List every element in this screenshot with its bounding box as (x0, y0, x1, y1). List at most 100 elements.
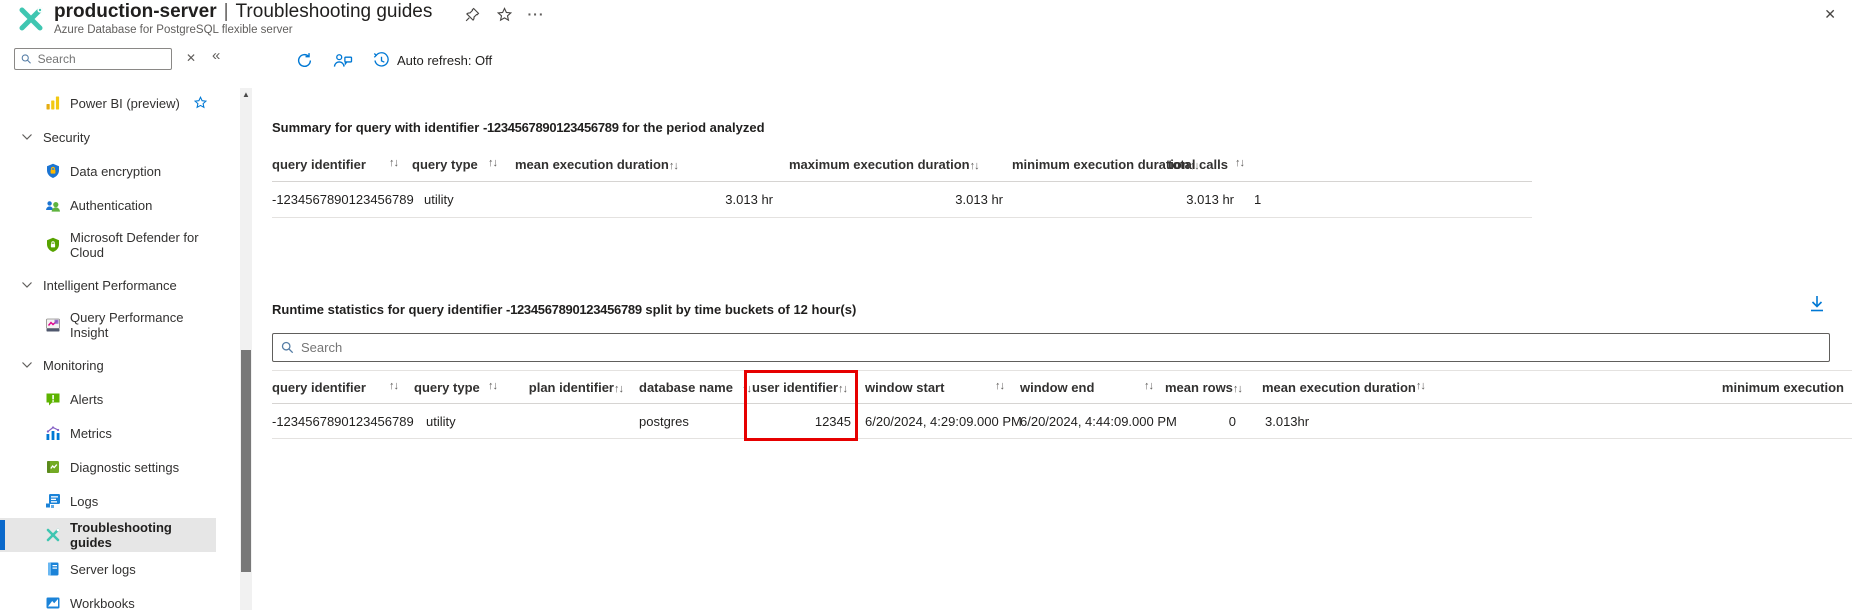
column-header[interactable]: query type ↑↓ (410, 157, 505, 172)
feedback-icon (333, 53, 353, 67)
clock-icon (373, 51, 389, 67)
column-header[interactable]: minimum execution (1425, 380, 1852, 395)
page-title: production-server | Troubleshooting guides… (54, 1, 432, 36)
sidebar-item-label: Authentication (70, 197, 153, 213)
sidebar-item-server-logs[interactable]: Server logs (0, 552, 216, 586)
chevron-down-icon (22, 362, 32, 369)
auto-refresh-button[interactable]: Auto refresh: Off (373, 51, 493, 69)
column-header[interactable]: plan identifier↑↓ (505, 380, 625, 395)
summary-heading: Summary for query with identifier -12345… (272, 120, 765, 135)
column-header-user-identifier[interactable]: user identifier↑↓ (745, 380, 857, 395)
sidebar-item-label: Server logs (70, 561, 136, 577)
sidebar-item-label: Troubleshooting guides (70, 520, 172, 550)
sidebar-section-monitoring[interactable]: Monitoring (0, 348, 216, 382)
sort-icon[interactable]: ↑↓ (1235, 157, 1245, 172)
sidebar-item-alerts[interactable]: Alerts (0, 382, 216, 416)
sort-icon[interactable]: ↑↓ (1144, 380, 1154, 395)
column-header[interactable]: query type ↑↓ (412, 380, 505, 395)
clear-search-icon[interactable]: ✕ (186, 51, 196, 65)
sidebar-item-logs[interactable]: Logs (0, 484, 216, 518)
scrollbar-thumb[interactable] (241, 350, 251, 572)
column-header[interactable]: window end ↑↓ (1014, 380, 1165, 395)
sidebar-item-authentication[interactable]: Authentication (0, 188, 216, 222)
column-header[interactable]: mean execution duration↑↓ (1240, 380, 1426, 395)
sort-icon[interactable]: ↑↓ (669, 160, 679, 172)
cell-window-start: 6/20/2024, 4:29:09.000 PM (865, 414, 1022, 429)
diagnostic-settings-icon (44, 458, 62, 476)
sort-icon[interactable]: ↑↓ (488, 380, 498, 395)
sidebar-search-input[interactable] (37, 52, 165, 66)
title-separator: | (223, 1, 229, 22)
column-header[interactable]: window start ↑↓ (857, 380, 1014, 395)
cell-window-end: 6/20/2024, 4:44:09.000 PM (1020, 414, 1177, 429)
shield-lock-icon (44, 162, 62, 180)
sort-icon[interactable]: ↑↓ (614, 383, 624, 395)
sort-icon[interactable]: ↑↓ (389, 157, 399, 172)
sort-icon[interactable]: ↑↓ (389, 380, 399, 395)
column-header[interactable]: query identifier ↑↓ (272, 157, 410, 172)
runtime-search-box[interactable] (272, 333, 1830, 362)
download-icon (1811, 296, 1823, 312)
sort-icon[interactable]: ↑↓ (995, 380, 1005, 395)
sidebar-section-security[interactable]: Security (0, 120, 216, 154)
download-button[interactable] (1808, 294, 1828, 316)
search-icon (21, 54, 31, 64)
column-header[interactable]: minimum execution duration↑↓ (1012, 157, 1200, 172)
sidebar-section-label: Monitoring (43, 357, 104, 373)
more-options-icon[interactable]: ··· (528, 6, 544, 22)
resource-menu-sidebar: ✕ « Power BI (preview) (0, 40, 252, 610)
close-blade-icon[interactable]: ✕ (1824, 6, 1836, 23)
column-header[interactable]: total calls ↑↓ (1160, 157, 1250, 172)
troubleshooting-guides-icon (44, 526, 62, 544)
runtime-table-row[interactable]: -1234567890123456789 utility postgres 12… (272, 405, 1852, 439)
sidebar-item-query-performance-insight[interactable]: Query Performance Insight (0, 302, 216, 348)
column-header[interactable]: database name ↑↓ (625, 380, 752, 395)
runtime-table-header: query identifier ↑↓ query type ↑↓ plan ide… (272, 370, 1852, 404)
resource-name: production-server (54, 1, 217, 22)
chevron-down-icon (22, 282, 32, 289)
column-header[interactable]: mean rows↑↓ (1165, 380, 1243, 395)
column-header[interactable]: maximum execution duration↑↓ (785, 157, 1012, 172)
cell-query-identifier: -1234567890123456789 (272, 414, 414, 429)
sidebar-item-diagnostic-settings[interactable]: Diagnostic settings (0, 450, 216, 484)
cell-database-name: postgres (639, 414, 689, 429)
blade-content: Auto refresh: Off Summary for query with… (252, 40, 1852, 610)
sidebar-item-data-encryption[interactable]: Data encryption (0, 154, 216, 188)
workbooks-icon (44, 594, 62, 610)
sort-icon[interactable]: ↑↓ (1416, 380, 1426, 395)
sidebar-item-workbooks[interactable]: Workbooks (0, 586, 216, 610)
power-bi-icon (44, 94, 62, 112)
sidebar-item-microsoft-defender[interactable]: Microsoft Defender for Cloud (0, 222, 216, 268)
column-header[interactable]: query identifier ↑↓ (272, 380, 412, 395)
sort-icon[interactable]: ↑↓ (970, 160, 980, 172)
sort-icon[interactable]: ↑↓ (488, 157, 498, 172)
runtime-heading: Runtime statistics for query identifier … (272, 302, 856, 317)
metrics-icon (44, 424, 62, 442)
summary-table-row[interactable]: -1234567890123456789 utility 3.013 hr 3.… (272, 182, 1532, 218)
runtime-search-input[interactable] (301, 340, 1829, 355)
scroll-up-arrow-icon[interactable]: ▲ (240, 90, 252, 99)
sidebar-item-label: Data encryption (70, 163, 162, 179)
sidebar-item-troubleshooting-guides[interactable]: Troubleshooting guides (0, 518, 216, 552)
feedback-button[interactable] (333, 52, 353, 69)
pin-icon[interactable] (464, 6, 480, 22)
favorite-star-icon[interactable] (193, 95, 208, 110)
column-header[interactable]: mean execution duration↑↓ (505, 157, 785, 172)
favorite-star-icon[interactable] (496, 6, 512, 22)
runtime-heading-suffix: split by time buckets of 12 hour(s) (641, 302, 857, 317)
blade-header: production-server | Troubleshooting guides… (0, 0, 1852, 40)
troubleshooting-guides-icon (16, 4, 46, 34)
collapse-menu-icon[interactable]: « (212, 47, 220, 64)
sidebar-search-box[interactable] (14, 48, 172, 70)
refresh-button[interactable] (296, 52, 313, 69)
sidebar-section-intelligent-performance[interactable]: Intelligent Performance (0, 268, 216, 302)
sidebar-section-label: Security (43, 129, 90, 145)
sidebar-item-metrics[interactable]: Metrics (0, 416, 216, 450)
summary-heading-prefix: Summary for query with identifier (272, 120, 483, 135)
auto-refresh-label: Auto refresh: Off (397, 52, 493, 68)
sidebar-scrollbar[interactable]: ▲ (240, 88, 252, 610)
alerts-icon (44, 390, 62, 408)
sort-icon[interactable]: ↑↓ (838, 383, 848, 395)
sidebar-item-power-bi[interactable]: Power BI (preview) (0, 86, 216, 120)
defender-shield-icon (44, 236, 62, 254)
